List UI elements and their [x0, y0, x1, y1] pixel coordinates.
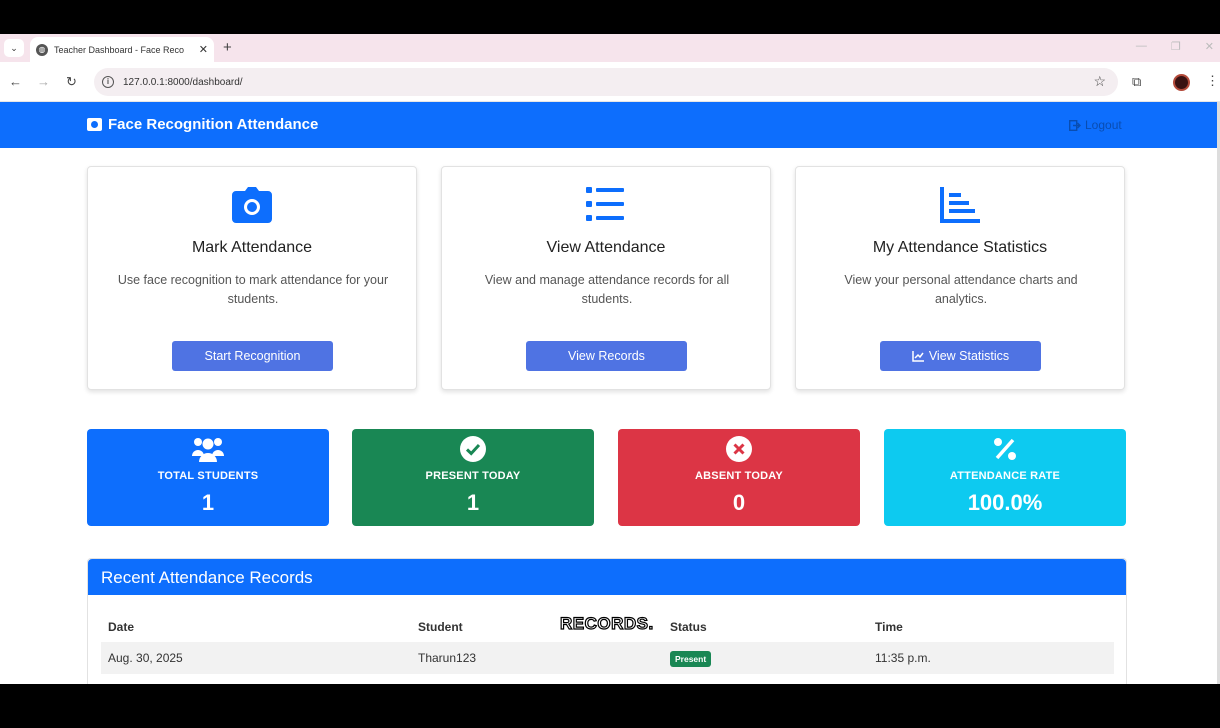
card-text: View and manage attendance records for a…	[484, 273, 730, 306]
back-icon[interactable]: ←	[9, 74, 22, 89]
window-controls: — ❐ ✕	[1136, 40, 1214, 53]
column-header-time: Time	[875, 620, 903, 634]
stat-value: 1	[201, 490, 215, 515]
status-badge: Present	[670, 651, 712, 667]
column-header-student: Student	[418, 620, 463, 634]
close-window-icon[interactable]: ✕	[1205, 40, 1214, 53]
letterbox-top	[0, 0, 1220, 34]
stat-absent-today: ABSENT TODAY 0	[618, 429, 860, 526]
cell-time: 11:35 p.m.	[875, 651, 931, 665]
stat-value: 0	[732, 490, 746, 515]
camera-icon	[88, 187, 416, 225]
address-bar[interactable]: i 127.0.0.1:8000/dashboard/ ☆	[94, 68, 1118, 96]
tab-search-button[interactable]: ⌄	[4, 39, 24, 57]
card-text: View your personal attendance charts and…	[844, 273, 1078, 306]
profile-avatar[interactable]	[1173, 74, 1190, 91]
table-row: Aug. 30, 2025 Tharun123 Present 11:35 p.…	[101, 642, 1114, 674]
view-attendance-card: View Attendance View and manage attendan…	[441, 166, 771, 390]
navbar-brand[interactable]: Face Recognition Attendance	[87, 116, 318, 133]
column-header-status: Status	[670, 620, 707, 634]
restore-icon[interactable]: ❐	[1171, 40, 1181, 53]
brand-text: Face Recognition Attendance	[108, 116, 319, 133]
stat-value: 100.0%	[967, 490, 1043, 515]
button-label: View Statistics	[928, 349, 1010, 363]
button-label: Start Recognition	[204, 349, 301, 363]
stat-present-today: PRESENT TODAY 1	[352, 429, 594, 526]
column-header-date: Date	[108, 620, 135, 634]
start-recognition-button[interactable]: Start Recognition	[172, 341, 333, 371]
browser-tab-strip: ⌄ ◍ Teacher Dashboard - Face Reco ✕ + — …	[0, 34, 1220, 62]
navbar: Face Recognition Attendance Logout	[0, 102, 1217, 148]
stat-label: TOTAL STUDENTS	[157, 470, 259, 482]
mark-attendance-card: Mark Attendance Use face recognition to …	[87, 166, 417, 390]
url-text: 127.0.0.1:8000/dashboard/	[123, 76, 243, 88]
stat-label: ABSENT TODAY	[695, 470, 783, 482]
reload-icon[interactable]: ↻	[66, 74, 77, 90]
bookmark-star-icon[interactable]: ☆	[1093, 73, 1106, 90]
logout-link[interactable]: Logout	[1069, 118, 1122, 132]
stat-value: 1	[466, 490, 480, 515]
view-records-button[interactable]: View Records	[526, 341, 687, 371]
card-title: My Attendance Statistics	[872, 239, 1048, 256]
page-content: Face Recognition Attendance Logout Mark …	[0, 102, 1217, 684]
browser-tab[interactable]: ◍ Teacher Dashboard - Face Reco ✕	[30, 37, 214, 62]
letterbox-bottom	[0, 684, 1220, 728]
video-subtitle: RECORDS.	[559, 613, 654, 633]
users-icon	[87, 436, 329, 462]
cell-date: Aug. 30, 2025	[108, 651, 183, 665]
list-icon	[442, 187, 770, 225]
minimize-icon[interactable]: —	[1136, 40, 1147, 53]
line-chart-icon	[912, 350, 924, 362]
card-title: Mark Attendance	[191, 239, 313, 256]
check-circle-icon	[352, 436, 594, 462]
chart-icon	[796, 187, 1124, 225]
extensions-icon[interactable]: ⧉	[1132, 74, 1141, 90]
site-info-icon[interactable]: i	[102, 76, 114, 88]
card-text: Use face recognition to mark attendance …	[117, 273, 389, 306]
records-title: Recent Attendance Records	[88, 559, 1126, 595]
forward-icon[interactable]: →	[37, 74, 50, 89]
logout-label: Logout	[1085, 118, 1122, 132]
stat-total-students: TOTAL STUDENTS 1	[87, 429, 329, 526]
stat-attendance-rate: ATTENDANCE RATE 100.0%	[884, 429, 1126, 526]
new-tab-button[interactable]: +	[223, 39, 232, 57]
cell-student: Tharun123	[418, 651, 477, 665]
view-statistics-button[interactable]: View Statistics	[880, 341, 1041, 371]
logout-icon	[1069, 119, 1081, 131]
card-title: View Attendance	[546, 239, 666, 256]
stat-label: PRESENT TODAY	[425, 470, 521, 482]
tab-title: Teacher Dashboard - Face Reco	[54, 44, 185, 55]
browser-menu-icon[interactable]: ⋮	[1206, 73, 1219, 89]
button-label: View Records	[568, 349, 645, 363]
x-circle-icon	[618, 436, 860, 462]
camera-icon	[87, 118, 102, 131]
close-tab-icon[interactable]: ✕	[199, 43, 208, 56]
globe-icon: ◍	[36, 43, 48, 56]
browser-toolbar: ← → ↻ i 127.0.0.1:8000/dashboard/ ☆	[0, 62, 1220, 102]
statistics-card: My Attendance Statistics View your perso…	[795, 166, 1125, 390]
percent-icon	[884, 436, 1126, 462]
stat-label: ATTENDANCE RATE	[949, 470, 1061, 482]
